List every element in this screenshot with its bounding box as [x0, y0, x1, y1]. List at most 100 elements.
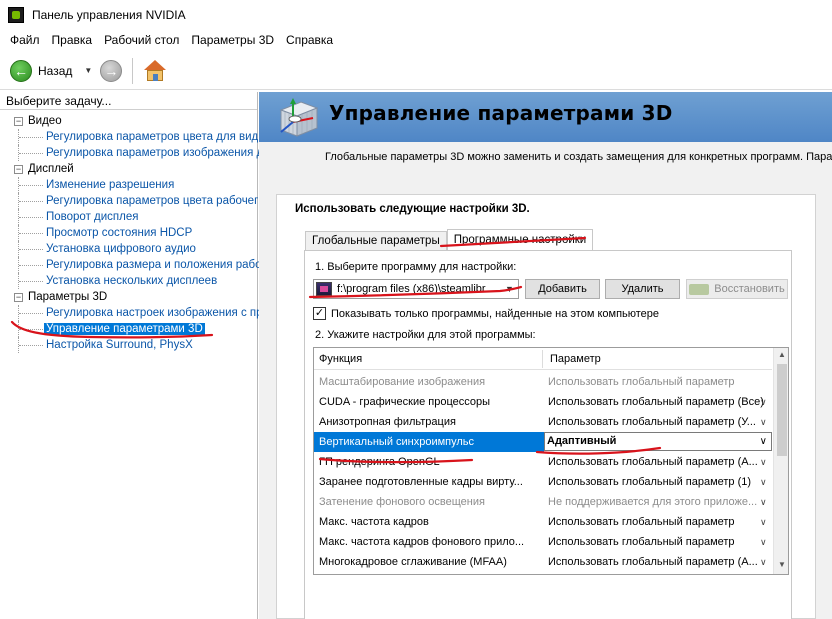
collapse-toggle-icon[interactable]: − — [14, 293, 23, 302]
back-history-dropdown-icon[interactable]: ▼ — [84, 66, 92, 75]
settings-grid-header: Функция Параметр — [314, 348, 772, 370]
setting-parameter-value: Использовать глобальный параметр — [548, 516, 735, 528]
tree-item-1-1[interactable]: Регулировка параметров цвета рабочег — [0, 193, 259, 209]
row-dropdown-chevron-icon[interactable]: ∨ — [760, 392, 767, 412]
tree-category-2[interactable]: − Параметры 3D — [0, 289, 257, 305]
row-dropdown-chevron-icon[interactable]: ∨ — [760, 412, 767, 432]
row-dropdown-chevron-icon[interactable]: ∨ — [760, 552, 767, 572]
remove-program-button[interactable]: Удалить — [605, 279, 680, 299]
tree-item-1-2[interactable]: Поворот дисплея — [0, 209, 257, 225]
row-dropdown-chevron-icon[interactable]: ∨ — [760, 472, 767, 492]
setting-parameter-cell: Использовать глобальный параметр (У... — [546, 412, 770, 432]
tree-item-label: Установка нескольких дисплеев — [46, 275, 218, 287]
tree-item-1-5[interactable]: Регулировка размера и положения рабо — [0, 257, 262, 273]
task-panel: Выберите задачу... − Видео Регулировка пар… — [0, 92, 263, 619]
settings-grid-scrollbar[interactable]: ▲ ▼ — [773, 348, 788, 574]
setting-parameter-value: Использовать глобальный параметр — [548, 536, 735, 548]
tree-item-2-0[interactable]: Регулировка настроек изображения с пр — [0, 305, 263, 321]
tab-global-settings[interactable]: Глобальные параметры — [305, 231, 447, 251]
setting-parameter-value: Использовать глобальный параметр (А... — [548, 456, 758, 468]
settings-grid-row[interactable]: Макс. частота кадров фонового прило... Ис… — [314, 532, 772, 552]
row-dropdown-chevron-icon[interactable]: ∨ — [760, 532, 767, 552]
setting-parameter-value: Использовать глобальный параметр (Все) — [548, 396, 764, 408]
row-dropdown-chevron-icon[interactable]: ∨ — [760, 512, 767, 532]
settings-grid-row[interactable]: CUDA - графические процессоры Использоват… — [314, 392, 772, 412]
column-header-function[interactable]: Функция — [319, 353, 362, 365]
tree-connector — [19, 329, 43, 330]
tree-item-label: Регулировка параметров изображения д — [46, 147, 264, 159]
settings-grid-row[interactable]: Затенение фонового освещения Не поддержив… — [314, 492, 772, 512]
collapse-toggle-icon[interactable]: − — [14, 117, 23, 126]
show-only-found-programs-checkbox[interactable]: ✓ — [313, 307, 326, 320]
settings-grid-row[interactable]: Многокадровое сглаживание (MFAA) Использо… — [314, 552, 772, 572]
program-icon — [316, 282, 332, 296]
tree-connector — [19, 185, 43, 186]
menu-edit[interactable]: Правка — [46, 33, 99, 47]
setting-parameter-cell: Использовать глобальный параметр (А... — [546, 552, 770, 572]
column-header-parameter[interactable]: Параметр — [550, 353, 601, 365]
tree-item-label: Регулировка размера и положения рабо — [46, 259, 262, 271]
back-arrow-icon[interactable]: ← — [10, 59, 32, 82]
settings-grid-row[interactable]: Заранее подготовленные кадры вирту... Исп… — [314, 472, 772, 492]
menu-file[interactable]: Файл — [4, 33, 46, 47]
column-divider[interactable] — [542, 350, 543, 368]
setting-function-cell: ГП рендеринга OpenGL — [319, 456, 440, 468]
program-select[interactable]: f:\program files (x86)\steamlibr... ▼ — [313, 279, 519, 299]
tree-item-1-0[interactable]: Изменение разрешения — [0, 177, 257, 193]
tree-item-label: Регулировка параметров цвета рабочег — [46, 195, 259, 207]
setting-parameter-cell: Использовать глобальный параметр (1) — [546, 472, 770, 492]
scroll-down-arrow-icon[interactable]: ▼ — [778, 560, 786, 569]
chevron-down-icon[interactable]: ∨ — [760, 433, 767, 450]
tree-connector — [19, 153, 43, 154]
tree-item-label: Просмотр состояния HDCP — [46, 227, 193, 239]
collapse-toggle-icon[interactable]: − — [14, 165, 23, 174]
tree-connector — [19, 345, 43, 346]
setting-parameter-value: Не поддерживается для этого приложе... — [548, 496, 758, 508]
settings-grid-row[interactable]: Анизотропная фильтрация Использовать глоб… — [314, 412, 772, 432]
tree-category-label: Дисплей — [28, 163, 74, 175]
settings-grid-row[interactable]: ГП рендеринга OpenGL Использовать глобаль… — [314, 452, 772, 472]
show-only-found-programs-label[interactable]: Показывать только программы, найденные н… — [331, 308, 659, 320]
tab-program-settings[interactable]: Программные настройки — [446, 229, 594, 251]
restore-button[interactable]: Восстановить — [686, 279, 788, 299]
add-program-button[interactable]: Добавить — [525, 279, 600, 299]
tree-item-1-6[interactable]: Установка нескольких дисплеев — [0, 273, 257, 289]
tree-item-label: Установка цифрового аудио — [46, 243, 196, 255]
tree-item-0-0[interactable]: Регулировка параметров цвета для вид — [0, 129, 258, 145]
tree-item-label: Изменение разрешения — [46, 179, 175, 191]
task-tree: − Видео Регулировка параметров цвета для в… — [0, 110, 263, 353]
page-header-banner: Управление параметрами 3D — [259, 92, 832, 142]
row-dropdown-chevron-icon[interactable]: ∨ — [760, 492, 767, 512]
chevron-down-icon[interactable]: ▼ — [505, 284, 514, 294]
scroll-thumb[interactable] — [777, 364, 787, 456]
setting-function-cell: Многокадровое сглаживание (MFAA) — [319, 556, 507, 568]
tree-item-label: Поворот дисплея — [46, 211, 139, 223]
toolbar: ← Назад ▼ → — [0, 52, 832, 90]
tree-item-0-1[interactable]: Регулировка параметров изображения д — [0, 145, 263, 161]
scroll-up-arrow-icon[interactable]: ▲ — [778, 350, 786, 359]
settings-grid-row[interactable]: Масштабирование изображения Использовать … — [314, 372, 772, 392]
tree-item-1-3[interactable]: Просмотр состояния HDCP — [0, 225, 257, 241]
setting-function-cell: Масштабирование изображения — [319, 376, 486, 388]
setting-function-cell: Затенение фонового освещения — [319, 496, 485, 508]
tree-category-1[interactable]: − Дисплей — [0, 161, 257, 177]
forward-arrow-icon[interactable]: → — [100, 59, 123, 82]
home-icon[interactable] — [143, 59, 167, 83]
tree-item-2-2[interactable]: Настройка Surround, PhysX — [0, 337, 257, 353]
settings-grid: Функция Параметр Масштабирование изображ… — [313, 347, 789, 575]
settings-grid-row[interactable]: Вертикальный синхроимпульс Адаптивный ∨ — [314, 432, 772, 452]
tree-category-0[interactable]: − Видео — [0, 113, 257, 129]
setting-parameter-select[interactable]: Адаптивный ∨ — [544, 432, 772, 451]
menu-desktop[interactable]: Рабочий стол — [98, 33, 185, 47]
back-button-label[interactable]: Назад — [38, 64, 72, 78]
tree-item-1-4[interactable]: Установка цифрового аудио — [0, 241, 257, 257]
tree-item-2-1[interactable]: Управление параметрами 3D — [0, 321, 257, 337]
menu-help[interactable]: Справка — [280, 33, 339, 47]
page-description: Глобальные параметры 3D можно заменить и… — [325, 151, 832, 163]
settings-tabs: Глобальные параметры Программные настрой… — [305, 229, 594, 251]
row-dropdown-chevron-icon[interactable]: ∨ — [760, 452, 767, 472]
setting-function-cell: Заранее подготовленные кадры вирту... — [319, 476, 523, 488]
setting-parameter-cell: Не поддерживается для этого приложе... — [546, 492, 770, 512]
menu-3d-settings[interactable]: Параметры 3D — [185, 33, 280, 47]
settings-grid-row[interactable]: Макс. частота кадров Использовать глобаль… — [314, 512, 772, 532]
